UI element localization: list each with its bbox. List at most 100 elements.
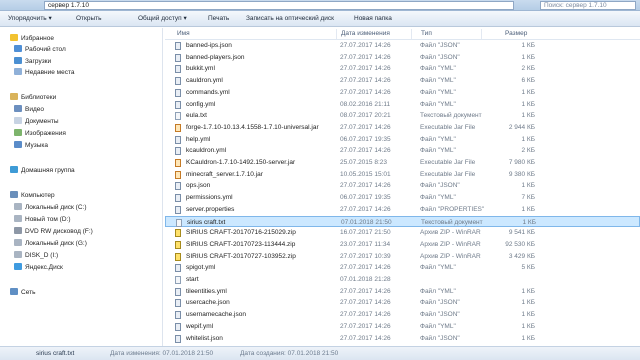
column-divider[interactable]	[336, 29, 337, 39]
file-date: 27.07.2017 14:26	[340, 42, 391, 49]
file-date: 27.07.2017 14:26	[340, 123, 391, 131]
file-row[interactable]: help.yml 06.07.2017 19:35 Файл "YML" 1 КБ	[165, 134, 640, 146]
nav-computer[interactable]: Компьютер	[10, 191, 55, 200]
nav-desktop[interactable]: Рабочий стол	[14, 45, 66, 54]
column-divider[interactable]	[481, 29, 482, 39]
file-date: 27.07.2017 14:26	[340, 53, 391, 61]
file-row[interactable]: tileentities.yml 27.07.2017 14:26 Файл "YM…	[165, 286, 640, 298]
nav-disk-c[interactable]: Локальный диск (C:)	[14, 203, 87, 212]
file-size: 7 КБ	[521, 194, 535, 202]
file-date: 10.05.2015 15:01	[340, 170, 391, 178]
breadcrumb[interactable]: сервер 1.7.10	[44, 1, 514, 10]
file-row[interactable]: forge-1.7.10-10.13.4.1558-1.7.10-univers…	[165, 122, 640, 134]
burn-button[interactable]: Записать на оптический диск	[246, 14, 334, 24]
file-date: 27.07.2017 14:26	[340, 334, 391, 342]
nav-disk-d[interactable]: Новый том (D:)	[14, 215, 71, 224]
file-name: eula.txt	[186, 112, 207, 120]
homegroup-icon	[10, 166, 18, 173]
file-row[interactable]: spigot.yml 27.07.2017 14:26 Файл "YML" 5 КБ	[165, 262, 640, 274]
file-row[interactable]: KCauldron-1.7.10-1492.150-server.jar 25.0…	[165, 157, 640, 169]
nav-music[interactable]: Музыка	[14, 141, 48, 150]
nav-images[interactable]: Изображения	[14, 129, 66, 138]
print-button[interactable]: Печать	[208, 14, 229, 24]
file-size: 7 980 КБ	[508, 159, 535, 166]
file-row[interactable]: config.yml 08.02.2016 21:11 Файл "YML" 1 КБ	[165, 99, 640, 111]
nav-dvd[interactable]: DVD RW дисковод (F:)	[14, 227, 93, 236]
search-input[interactable]: Поиск: сервер 1.7.10	[540, 1, 636, 10]
column-name[interactable]: Имя	[177, 30, 190, 37]
file-row[interactable]: whitelist.json 27.07.2017 14:26 Файл "JSON…	[165, 333, 640, 345]
new-folder-button[interactable]: Новая папка	[354, 14, 392, 24]
file-row[interactable]: start 07.01.2018 21:28	[165, 274, 640, 286]
file-size: 9 541 КБ	[508, 229, 535, 237]
file-row[interactable]: SIRIUS CRAFT-20170716-215029.zip 16.07.20…	[165, 227, 640, 239]
nav-recent[interactable]: Недавние места	[14, 68, 75, 77]
nav-downloads[interactable]: Загрузки	[14, 57, 51, 66]
images-icon	[14, 129, 22, 136]
file-row[interactable]: server.properties 27.07.2017 14:26 Файл "P…	[165, 204, 640, 216]
music-icon	[14, 141, 22, 148]
file-name: config.yml	[186, 100, 216, 108]
nav-documents[interactable]: Документы	[14, 117, 59, 126]
column-date[interactable]: Дата изменения	[341, 30, 390, 37]
file-size: 92 530 КБ	[505, 240, 535, 248]
file-row[interactable]: SIRIUS CRAFT-20170727-103952.zip 27.07.20…	[165, 251, 640, 263]
organize-button[interactable]: Упорядочить ▾	[8, 14, 52, 24]
file-row[interactable]: banned-players.json 27.07.2017 14:26 Файл …	[165, 52, 640, 64]
drive-icon	[14, 215, 22, 222]
file-row[interactable]: banned-ips.json 27.07.2017 14:26 Файл "JSO…	[165, 40, 640, 52]
share-button[interactable]: Общий доступ ▾	[138, 14, 187, 24]
network-icon	[10, 288, 18, 295]
nav-disk-g[interactable]: Локальный диск (G:)	[14, 239, 87, 248]
jar-file-icon	[175, 159, 181, 167]
file-date: 27.07.2017 10:39	[340, 252, 391, 260]
open-button[interactable]: Открыть	[76, 14, 102, 24]
config-file-icon	[175, 65, 181, 74]
file-name: forge-1.7.10-10.13.4.1558-1.7.10-univers…	[186, 123, 319, 131]
column-divider[interactable]	[411, 29, 412, 39]
config-file-icon	[175, 194, 181, 203]
nav-video[interactable]: Видео	[14, 105, 44, 114]
file-row[interactable]: SIRIUS CRAFT-20170723-113444.zip 23.07.20…	[165, 239, 640, 251]
nav-disk-i[interactable]: DISK_D (I:)	[14, 251, 58, 260]
file-size: 1 КБ	[521, 42, 535, 49]
column-size[interactable]: Размер	[505, 30, 527, 37]
file-name: minecraft_server.1.7.10.jar	[186, 170, 263, 178]
file-date: 27.07.2017 14:26	[340, 147, 391, 155]
file-size: 2 КБ	[521, 147, 535, 155]
file-row[interactable]: sirius craft.txt 07.01.2018 21:50 Текстовы…	[165, 215, 640, 228]
file-row[interactable]: commands.yml 27.07.2017 14:26 Файл "YML" 1 …	[165, 87, 640, 99]
file-size: 1 КБ	[521, 53, 535, 61]
nav-yandex-disk[interactable]: Яндекс.Диск	[14, 263, 63, 272]
file-size: 6 КБ	[521, 77, 535, 85]
column-type[interactable]: Тип	[421, 30, 432, 37]
nav-network[interactable]: Сеть	[10, 288, 35, 297]
file-name: banned-players.json	[186, 53, 245, 61]
file-date: 23.07.2017 11:34	[340, 240, 391, 248]
libraries-icon	[10, 93, 18, 100]
file-row[interactable]: cauldron.yml 27.07.2017 14:26 Файл "YML" 6 …	[165, 75, 640, 87]
file-row[interactable]: wepif.yml 27.07.2017 14:26 Файл "YML" 1 КБ	[165, 321, 640, 333]
file-row[interactable]: ops.json 27.07.2017 14:26 Файл "JSON" 1 КБ	[165, 180, 640, 192]
file-row[interactable]: permissions.yml 06.07.2017 19:35 Файл "YML…	[165, 192, 640, 204]
file-row[interactable]: kcauldron.yml 27.07.2017 14:26 Файл "YML" 2…	[165, 145, 640, 157]
file-date: 07.01.2018 21:28	[340, 276, 391, 283]
file-name: commands.yml	[186, 88, 230, 96]
nav-homegroup[interactable]: Домашняя группа	[10, 166, 75, 175]
nav-favorites[interactable]: Избранное	[10, 34, 54, 43]
file-size: 1 КБ	[521, 334, 535, 342]
file-row[interactable]: usernamecache.json 27.07.2017 14:26 Файл "…	[165, 309, 640, 321]
file-row[interactable]: usercache.json 27.07.2017 14:26 Файл "JSON…	[165, 297, 640, 309]
file-row[interactable]: bukkit.yml 27.07.2017 14:26 Файл "YML" 2 КБ	[165, 63, 640, 75]
file-row[interactable]: eula.txt 08.07.2017 20:21 Текстовый докуме…	[165, 110, 640, 122]
config-file-icon	[175, 299, 181, 308]
nav-libraries[interactable]: Библиотеки	[10, 93, 56, 102]
file-row[interactable]: minecraft_server.1.7.10.jar 10.05.2015 15…	[165, 169, 640, 181]
config-file-icon	[175, 147, 181, 156]
file-size: 3 429 КБ	[508, 252, 535, 260]
file-date: 06.07.2017 19:35	[340, 194, 391, 202]
file-size: 2 944 КБ	[508, 123, 535, 131]
file-size: 1 КБ	[521, 311, 535, 319]
file-name: help.yml	[186, 135, 211, 143]
column-header: Имя Дата изменения Тип Размер	[165, 28, 640, 40]
